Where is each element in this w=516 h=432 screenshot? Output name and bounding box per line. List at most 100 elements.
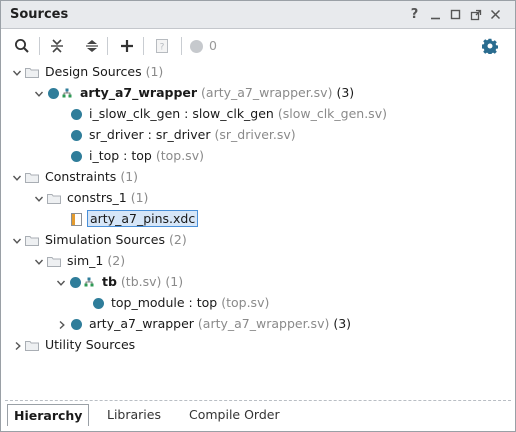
svg-text:?: ?	[160, 43, 165, 53]
search-button[interactable]	[11, 35, 33, 57]
properties-icon: ?	[156, 39, 168, 53]
float-button[interactable]	[467, 6, 484, 23]
node-label: sim_1	[67, 253, 104, 268]
tree-node-simulation-sources[interactable]: Simulation Sources (2)	[1, 230, 511, 251]
add-sources-button[interactable]	[116, 35, 138, 57]
toolbar-separator	[143, 37, 144, 55]
properties-button[interactable]: ?	[151, 35, 173, 57]
bottom-tabs: Hierarchy Libraries Compile Order	[5, 403, 511, 427]
tree-node-pins-xdc[interactable]: arty_a7_pins.xdc	[1, 209, 511, 230]
node-file: (slow_clk_gen.sv)	[277, 106, 387, 121]
module-icon	[93, 298, 104, 309]
tab-libraries[interactable]: Libraries	[101, 404, 167, 426]
minimize-button[interactable]	[427, 6, 444, 23]
toolbar-separator	[39, 37, 40, 55]
chevron-down-icon[interactable]	[12, 68, 22, 78]
node-count: (2)	[107, 253, 126, 268]
node-label: arty_a7_wrapper	[80, 85, 198, 100]
tree-node-constrs-1[interactable]: constrs_1 (1)	[1, 188, 511, 209]
chevron-down-icon[interactable]	[34, 194, 44, 204]
node-label: Design Sources	[45, 64, 142, 79]
node-label: top_module : top	[111, 295, 218, 310]
add-icon	[121, 40, 133, 52]
toolbar-separator	[107, 37, 108, 55]
chevron-down-icon[interactable]	[34, 89, 44, 99]
top-module-icon	[84, 277, 94, 287]
tree-node-top-wrapper[interactable]: arty_a7_wrapper (arty_a7_wrapper.sv) (3)	[1, 83, 511, 104]
close-button[interactable]	[487, 6, 504, 23]
constraints-file-icon	[71, 213, 82, 226]
chevron-down-icon[interactable]	[12, 236, 22, 246]
node-count: (1)	[120, 169, 139, 184]
tree-node-design-sources[interactable]: Design Sources (1)	[1, 62, 511, 83]
top-module-icon	[62, 88, 72, 98]
node-file: (arty_a7_wrapper.sv)	[201, 85, 333, 100]
node-count: (1)	[165, 274, 184, 289]
node-file: (sr_driver.sv)	[214, 127, 296, 142]
tree-node-top-module[interactable]: top_module : top (top.sv)	[1, 293, 511, 314]
help-button[interactable]: ?	[406, 6, 423, 23]
node-count: (2)	[169, 232, 187, 247]
tree-node-tb[interactable]: tb (tb.sv) (1)	[1, 272, 511, 293]
title-bar: Sources ?	[1, 1, 515, 29]
tab-compile-order[interactable]: Compile Order	[183, 404, 286, 426]
tree-node-utility-sources[interactable]: Utility Sources	[1, 335, 511, 356]
tab-hierarchy[interactable]: Hierarchy	[7, 404, 90, 426]
node-count: (3)	[333, 316, 352, 331]
chevron-down-icon[interactable]	[12, 173, 22, 183]
node-label: Constraints	[45, 169, 117, 184]
node-count: (1)	[130, 190, 149, 205]
minimize-icon	[431, 17, 440, 20]
module-icon	[70, 277, 81, 288]
expand-all-button[interactable]	[81, 35, 103, 57]
status-count: 0	[209, 38, 217, 53]
sources-panel: Sources ? ? 0 Design Sources (1) arty_a7…	[0, 0, 516, 432]
tree-node-i-top[interactable]: i_top : top (top.sv)	[1, 146, 511, 167]
node-label: arty_a7_wrapper	[89, 316, 194, 331]
search-icon	[15, 39, 29, 53]
collapse-all-button[interactable]	[46, 35, 68, 57]
float-window-icon	[470, 9, 481, 20]
tab-divider	[5, 400, 511, 401]
chevron-down-icon[interactable]	[56, 278, 66, 288]
tree-node-clk-gen[interactable]: i_slow_clk_gen : slow_clk_gen (slow_clk_…	[1, 104, 511, 125]
node-file: (tb.sv)	[120, 274, 162, 289]
node-file: (arty_a7_wrapper.sv)	[197, 316, 330, 331]
toolbar: ? 0	[1, 30, 515, 62]
chevron-right-icon[interactable]	[57, 320, 67, 330]
settings-button[interactable]	[479, 35, 501, 57]
folder-icon	[47, 194, 61, 204]
node-label: arty_a7_pins.xdc	[90, 211, 196, 226]
tree-node-sim-1[interactable]: sim_1 (2)	[1, 251, 511, 272]
node-label: sr_driver : sr_driver	[89, 127, 211, 142]
close-icon	[490, 9, 501, 20]
chevron-down-icon[interactable]	[34, 257, 44, 267]
maximize-button[interactable]	[447, 6, 464, 23]
tree-node-constraints[interactable]: Constraints (1)	[1, 167, 511, 188]
node-count: (3)	[336, 85, 355, 100]
node-file: (top.sv)	[221, 295, 270, 310]
tree-node-sr-driver[interactable]: sr_driver : sr_driver (sr_driver.sv)	[1, 125, 511, 146]
folder-icon	[25, 236, 39, 246]
node-label: Simulation Sources	[45, 232, 166, 247]
node-label: Utility Sources	[45, 337, 136, 352]
node-label: constrs_1	[67, 190, 127, 205]
panel-title: Sources	[10, 7, 69, 22]
selected-item[interactable]: arty_a7_pins.xdc	[87, 210, 199, 227]
node-label: i_slow_clk_gen : slow_clk_gen	[89, 106, 274, 121]
node-file: (top.sv)	[155, 148, 204, 163]
node-label: i_top : top	[89, 148, 152, 163]
collapse-all-icon	[51, 39, 63, 53]
expand-all-icon	[86, 40, 98, 52]
folder-icon	[25, 173, 39, 183]
module-icon	[71, 151, 82, 162]
sources-tree: Design Sources (1) arty_a7_wrapper (arty…	[1, 62, 515, 400]
status-indicator-icon	[190, 40, 203, 53]
maximize-icon	[450, 9, 461, 20]
module-icon	[71, 109, 82, 120]
tree-node-sim-wrapper[interactable]: arty_a7_wrapper (arty_a7_wrapper.sv) (3)	[1, 314, 511, 335]
module-icon	[71, 319, 82, 330]
node-count: (1)	[145, 64, 164, 79]
toolbar-separator	[181, 37, 182, 55]
chevron-right-icon[interactable]	[13, 341, 23, 351]
